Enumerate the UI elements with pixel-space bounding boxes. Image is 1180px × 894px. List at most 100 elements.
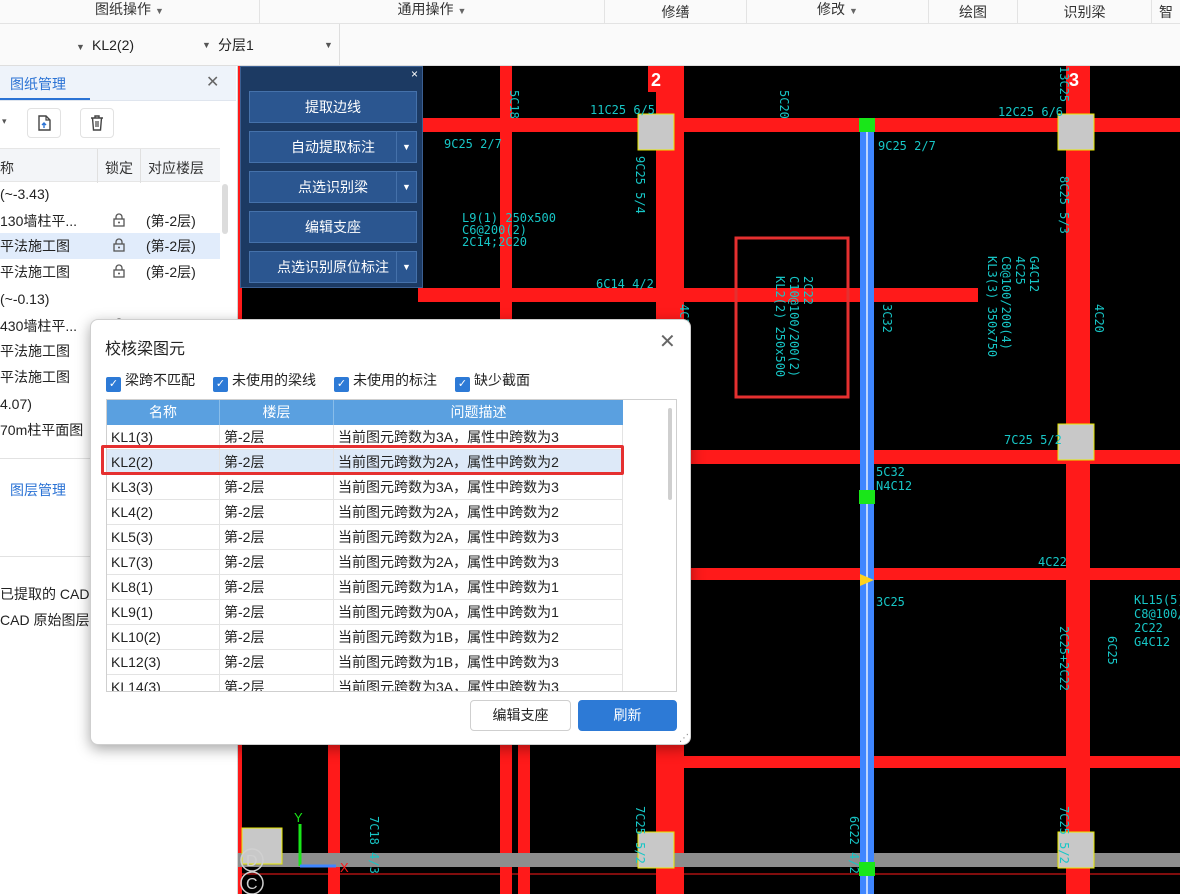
filter-span-mismatch[interactable]: ✓ 梁跨不匹配 — [106, 370, 195, 392]
group-repair[interactable]: 修缮 — [605, 0, 747, 24]
chevron-down-icon: ▼ — [849, 6, 858, 16]
group-recognize-beam[interactable]: 识别梁 — [1018, 0, 1152, 24]
cell-name: KL4(2) — [107, 500, 220, 525]
edit-support-label: 编辑支座 — [305, 219, 361, 235]
checkbox-checked-icon[interactable]: ✓ — [455, 377, 470, 392]
grid-row[interactable]: KL12(3) 第-2层 当前图元跨数为1B，属性中跨数为3 — [107, 650, 623, 675]
cell-desc: 当前图元跨数为1B，属性中跨数为2 — [334, 625, 623, 650]
selector-bar: ▼ KL2(2) ▼ 分层1 ▼ — [0, 24, 1180, 66]
axis-label-2: 2 — [651, 70, 661, 90]
drawing-name: 70m柱平面图 — [0, 422, 84, 438]
cell-name: KL14(3) — [107, 675, 220, 691]
close-icon[interactable]: ✕ — [659, 332, 676, 352]
drawing-row[interactable]: 平法施工图 (第-2层) — [0, 259, 220, 285]
rebar-annotation: 2C22 — [1134, 621, 1163, 635]
drawing-name: 130墙柱平... — [0, 213, 78, 229]
rebar-annotation: C8@100/2 — [1134, 607, 1180, 621]
chevron-down-icon[interactable]: ▼ — [396, 132, 416, 162]
lock-icon[interactable] — [108, 233, 130, 259]
ribbon-group-bar: 图纸操作 ▼ 通用操作 ▼ 修缮 修改 ▼ 绘图 识别梁 智 — [0, 0, 1180, 24]
beam-horizontal — [678, 568, 1180, 580]
rebar-annotation: 7C18 4/3 — [367, 816, 381, 874]
rebar-annotation: KL15(5) — [1134, 593, 1180, 607]
chevron-down-icon[interactable]: ▾ — [2, 116, 7, 127]
filter-unused-annotations[interactable]: ✓ 未使用的标注 — [334, 370, 437, 392]
chevron-down-icon[interactable]: ▼ — [396, 252, 416, 282]
extract-edge-button[interactable]: 提取边线 — [249, 91, 417, 123]
col-header-floor[interactable]: 楼层 — [220, 400, 334, 425]
filter-unused-beam-lines[interactable]: ✓ 未使用的梁线 — [213, 370, 316, 392]
close-icon[interactable]: ✕ — [206, 72, 219, 92]
layer-option-extracted[interactable]: 已提取的 CAD — [0, 581, 89, 607]
drawing-name: 平法施工图 — [0, 343, 70, 359]
col-header-desc[interactable]: 问题描述 — [334, 400, 623, 425]
element-select[interactable]: KL2(2) ▼ — [92, 34, 214, 56]
checkbox-checked-icon[interactable]: ✓ — [334, 377, 349, 392]
grid-row[interactable]: KL9(1) 第-2层 当前图元跨数为0A，属性中跨数为1 — [107, 600, 623, 625]
group-drawing-ops[interactable]: 图纸操作 ▼ — [0, 0, 260, 24]
col-floor: 对应楼层 — [148, 160, 204, 176]
rebar-annotation: 4C20 — [1092, 304, 1106, 333]
scrollbar[interactable] — [222, 184, 228, 234]
drawing-row[interactable]: 130墙柱平... (第-2层) — [0, 208, 220, 234]
edit-support-button[interactable]: 编辑支座 — [249, 211, 417, 243]
filter-missing-section[interactable]: ✓ 缺少截面 — [455, 370, 530, 392]
checkbox-checked-icon[interactable]: ✓ — [213, 377, 228, 392]
layer-option-original[interactable]: CAD 原始图层 — [0, 607, 89, 633]
chevron-down-icon[interactable]: ▼ — [396, 172, 416, 202]
grid-row[interactable]: KL7(3) 第-2层 当前图元跨数为2A，属性中跨数为3 — [107, 550, 623, 575]
cell-floor: 第-2层 — [220, 475, 334, 500]
delete-drawing-button[interactable] — [80, 108, 114, 138]
lock-icon[interactable] — [108, 259, 130, 285]
pick-recognize-original-annotation-label: 点选识别原位标注 — [277, 259, 389, 275]
column — [637, 113, 675, 151]
edit-support-dialog-button[interactable]: 编辑支座 — [470, 700, 571, 731]
drawing-row[interactable]: (~-3.43) — [0, 181, 220, 207]
rebar-annotation: 3C32 — [880, 304, 894, 333]
layer-select[interactable]: 分层1 ▼ — [218, 34, 336, 56]
drawing-row[interactable]: 平法施工图 (第-2层) — [0, 233, 220, 259]
auto-extract-annotation-button[interactable]: 自动提取标注 ▼ — [249, 131, 417, 163]
pick-recognize-original-annotation-button[interactable]: 点选识别原位标注 ▼ — [249, 251, 417, 283]
drawing-row[interactable]: (~-0.13) — [0, 286, 220, 312]
col-header-name[interactable]: 名称 — [107, 400, 220, 425]
refresh-button[interactable]: 刷新 — [578, 700, 677, 731]
rebar-annotation: 9C25 5/4 — [633, 156, 647, 214]
rebar-annotation: 8C25 5/3 — [1057, 176, 1071, 234]
lock-icon[interactable] — [108, 208, 130, 234]
element-select-value: KL2(2) — [92, 37, 135, 53]
cell-floor: 第-2层 — [220, 600, 334, 625]
group-modify[interactable]: 修改 ▼ — [747, 0, 929, 24]
tab-underline — [0, 98, 90, 100]
grid-row[interactable]: KL5(3) 第-2层 当前图元跨数为2A，属性中跨数为3 — [107, 525, 623, 550]
cell-name: KL9(1) — [107, 600, 220, 625]
close-icon[interactable]: × — [411, 67, 418, 81]
drawing-name: 平法施工图 — [0, 369, 70, 385]
group-draw[interactable]: 绘图 — [929, 0, 1018, 24]
tab-layer-manager[interactable]: 图层管理 — [10, 480, 66, 500]
resize-grip-icon[interactable]: ⋰ — [679, 733, 689, 744]
rebar-annotation: 6C22 4/2 — [847, 816, 861, 874]
grid-row[interactable]: KL8(1) 第-2层 当前图元跨数为1A，属性中跨数为1 — [107, 575, 623, 600]
group-general-ops[interactable]: 通用操作 ▼ — [260, 0, 605, 24]
grid-row[interactable]: KL10(2) 第-2层 当前图元跨数为1B，属性中跨数为2 — [107, 625, 623, 650]
tab-drawing-manager[interactable]: 图纸管理 — [10, 74, 66, 94]
grid-row[interactable]: KL4(2) 第-2层 当前图元跨数为2A，属性中跨数为2 — [107, 500, 623, 525]
import-drawing-button[interactable] — [27, 108, 61, 138]
scrollbar[interactable] — [668, 408, 672, 500]
grid-row[interactable]: KL14(3) 第-2层 当前图元跨数为3A，属性中跨数为3 — [107, 675, 623, 691]
rebar-annotation: 7C25 5/2 — [1004, 433, 1062, 447]
rebar-annotation: 3C25 — [876, 595, 905, 609]
chevron-down-icon: ▼ — [457, 6, 467, 16]
rebar-annotation: 9C25 2/7 — [444, 137, 502, 151]
grid-row[interactable]: KL3(3) 第-2层 当前图元跨数为3A，属性中跨数为3 — [107, 475, 623, 500]
cell-name: KL10(2) — [107, 625, 220, 650]
checkbox-checked-icon[interactable]: ✓ — [106, 377, 121, 392]
drawing-floor: (第-2层) — [146, 264, 196, 280]
category-select-arrow[interactable]: ▼ — [76, 34, 85, 56]
pick-recognize-beam-button[interactable]: 点选识别梁 ▼ — [249, 171, 417, 203]
group-smart[interactable]: 智 — [1152, 0, 1180, 24]
rebar-annotation: 12C25 6/6 — [998, 105, 1063, 119]
divider — [140, 149, 141, 183]
issue-grid: 名称 楼层 问题描述 KL1(3) 第-2层 当前图元跨数为3A，属性中跨数为3 KL… — [106, 399, 677, 692]
